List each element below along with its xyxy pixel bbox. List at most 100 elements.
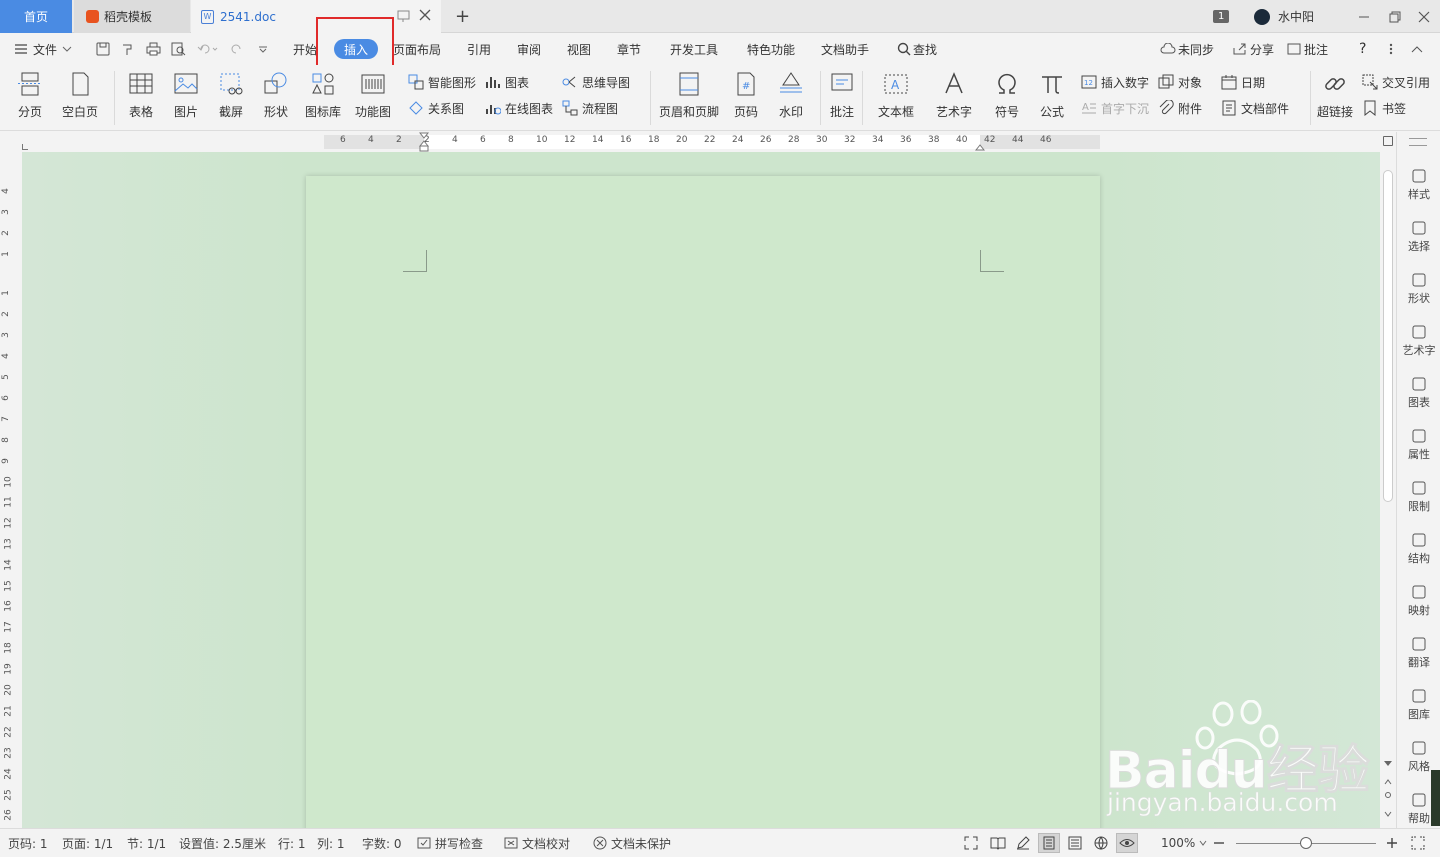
- side-panel-properties[interactable]: 属性: [1397, 428, 1440, 462]
- more-icon[interactable]: [1389, 33, 1393, 65]
- zoom-in-icon[interactable]: [1386, 829, 1398, 857]
- scroll-down-icon[interactable]: [1384, 756, 1392, 770]
- status-setting[interactable]: 设置值: 2.5厘米: [179, 829, 266, 857]
- sync-button[interactable]: 未同步: [1160, 33, 1214, 65]
- undo-icon[interactable]: [197, 33, 219, 65]
- window-count-badge[interactable]: 1: [1213, 0, 1230, 33]
- tab-document[interactable]: W 2541.doc: [191, 0, 441, 33]
- redo-icon[interactable]: [230, 33, 244, 65]
- word-art-button[interactable]: 艺术字: [924, 69, 984, 129]
- vertical-scrollbar[interactable]: [1380, 136, 1396, 828]
- close-window-icon[interactable]: [1418, 0, 1430, 33]
- formula-button[interactable]: 公式: [1022, 69, 1082, 129]
- status-row[interactable]: 行: 1: [278, 829, 306, 857]
- new-tab-button[interactable]: +: [455, 0, 470, 33]
- browse-object-icon[interactable]: [1385, 792, 1391, 798]
- textbox-button[interactable]: A 文本框: [866, 69, 926, 129]
- search-button[interactable]: 查找: [897, 33, 937, 65]
- status-section[interactable]: 节: 1/1: [127, 829, 166, 857]
- collapse-ribbon-icon[interactable]: [1411, 33, 1423, 65]
- fullscreen-icon[interactable]: [964, 829, 978, 857]
- status-page[interactable]: 页面: 1/1: [62, 829, 113, 857]
- scrollbar-thumb[interactable]: [1383, 170, 1393, 502]
- tab-home[interactable]: 首页: [0, 0, 72, 33]
- user-account[interactable]: 水中阳: [1254, 0, 1314, 33]
- print-preview-icon[interactable]: [171, 33, 186, 65]
- horizontal-ruler[interactable]: 6 4 2 2 4 6 8 10 12 14 16 18 20 22 24 26 28 30 32 34 36 38 40 4…: [22, 132, 1380, 152]
- comment-button[interactable]: 批注: [812, 69, 872, 129]
- insert-number-button[interactable]: 12 插入数字: [1081, 71, 1149, 93]
- side-panel-shapes[interactable]: 形状: [1397, 272, 1440, 306]
- tab-chapter[interactable]: 章节: [617, 33, 641, 65]
- drop-cap-button[interactable]: A 首字下沉: [1081, 97, 1149, 119]
- zoom-slider[interactable]: [1236, 829, 1376, 857]
- close-tab-icon[interactable]: [419, 9, 431, 24]
- document-page[interactable]: [306, 176, 1100, 836]
- eye-protection-icon[interactable]: [1116, 829, 1138, 857]
- file-menu[interactable]: 文件: [14, 33, 72, 65]
- mind-map-button[interactable]: 思维导图: [562, 71, 630, 93]
- read-mode-icon[interactable]: [990, 829, 1006, 857]
- header-footer-button[interactable]: 页眉和页脚: [656, 69, 722, 129]
- tab-stop-icon[interactable]: [22, 144, 28, 150]
- date-button[interactable]: 日期: [1221, 71, 1265, 93]
- tab-home-ribbon[interactable]: 开始: [293, 33, 317, 65]
- tab-developer[interactable]: 开发工具: [670, 33, 718, 65]
- help-button[interactable]: ?: [1359, 33, 1366, 65]
- comment-menu[interactable]: 批注: [1287, 33, 1328, 65]
- zoom-slider-knob[interactable]: [1300, 836, 1312, 849]
- web-view-icon[interactable]: [1094, 829, 1108, 857]
- cross-ref-button[interactable]: 交叉引用: [1362, 71, 1430, 93]
- side-panel-structure[interactable]: 结构: [1397, 532, 1440, 566]
- protect-status-button[interactable]: 文档未保护: [593, 829, 671, 857]
- blank-page-button[interactable]: 空白页: [50, 69, 110, 129]
- side-panel-theme[interactable]: 风格: [1397, 740, 1440, 774]
- flowchart-button[interactable]: 流程图: [562, 97, 618, 119]
- prev-page-icon[interactable]: [1384, 774, 1392, 788]
- tab-references[interactable]: 引用: [467, 33, 491, 65]
- vertical-ruler[interactable]: 4 3 2 1 1 2 3 4 5 6 7 8 9 10 11 12 13 14 15 16 17 18 19 20 21 22 2…: [0, 152, 22, 828]
- format-painter-icon[interactable]: [121, 33, 135, 65]
- bookmark-button[interactable]: 书签: [1362, 97, 1406, 119]
- doc-parts-button[interactable]: 文档部件: [1221, 97, 1289, 119]
- online-chart-button[interactable]: 在线图表: [485, 97, 553, 119]
- status-column[interactable]: 列: 1: [317, 829, 345, 857]
- page-view-icon[interactable]: [1038, 829, 1060, 857]
- status-word-count[interactable]: 字数: 0: [362, 829, 402, 857]
- panel-side-tab[interactable]: [1431, 770, 1440, 826]
- save-icon[interactable]: [96, 33, 110, 65]
- side-panel-translate[interactable]: 翻译: [1397, 636, 1440, 670]
- chart-button[interactable]: 图表: [485, 71, 529, 93]
- tab-doc-assistant[interactable]: 文档助手: [821, 33, 869, 65]
- edit-mode-icon[interactable]: [1016, 829, 1030, 857]
- quick-access-dropdown-icon[interactable]: [258, 33, 268, 65]
- tab-features[interactable]: 特色功能: [747, 33, 795, 65]
- tab-review[interactable]: 审阅: [517, 33, 541, 65]
- next-page-icon[interactable]: [1384, 808, 1392, 822]
- tab-insert[interactable]: 插入: [334, 39, 379, 59]
- proofread-button[interactable]: 文档校对: [504, 829, 570, 857]
- print-icon[interactable]: [146, 33, 161, 65]
- minimize-icon[interactable]: [1358, 0, 1370, 33]
- tab-page-layout[interactable]: 页面布局: [393, 33, 441, 65]
- status-page-number[interactable]: 页码: 1: [8, 829, 48, 857]
- zoom-out-icon[interactable]: [1213, 829, 1225, 857]
- tab-templates[interactable]: 稻壳模板: [74, 0, 190, 33]
- panel-handle-icon[interactable]: [1409, 138, 1427, 146]
- attachment-button[interactable]: 附件: [1158, 97, 1202, 119]
- side-panel-chart[interactable]: 图表: [1397, 376, 1440, 410]
- hyperlink-button[interactable]: 超链接: [1305, 69, 1365, 129]
- side-panel-word-art[interactable]: 艺术字: [1397, 324, 1440, 358]
- split-view-icon[interactable]: [1383, 136, 1393, 146]
- side-panel-lock[interactable]: 限制: [1397, 480, 1440, 514]
- fit-window-icon[interactable]: [1411, 829, 1425, 857]
- spell-check-button[interactable]: 拼写检查: [417, 829, 483, 857]
- side-panel-gallery[interactable]: 图库: [1397, 688, 1440, 722]
- restore-icon[interactable]: [1389, 0, 1401, 33]
- relation-button[interactable]: 关系图: [408, 97, 464, 119]
- function-chart-button[interactable]: 功能图: [343, 69, 403, 129]
- side-panel-pen[interactable]: 样式: [1397, 168, 1440, 202]
- tab-view[interactable]: 视图: [567, 33, 591, 65]
- document-canvas[interactable]: [22, 152, 1380, 836]
- pin-icon[interactable]: [397, 10, 411, 25]
